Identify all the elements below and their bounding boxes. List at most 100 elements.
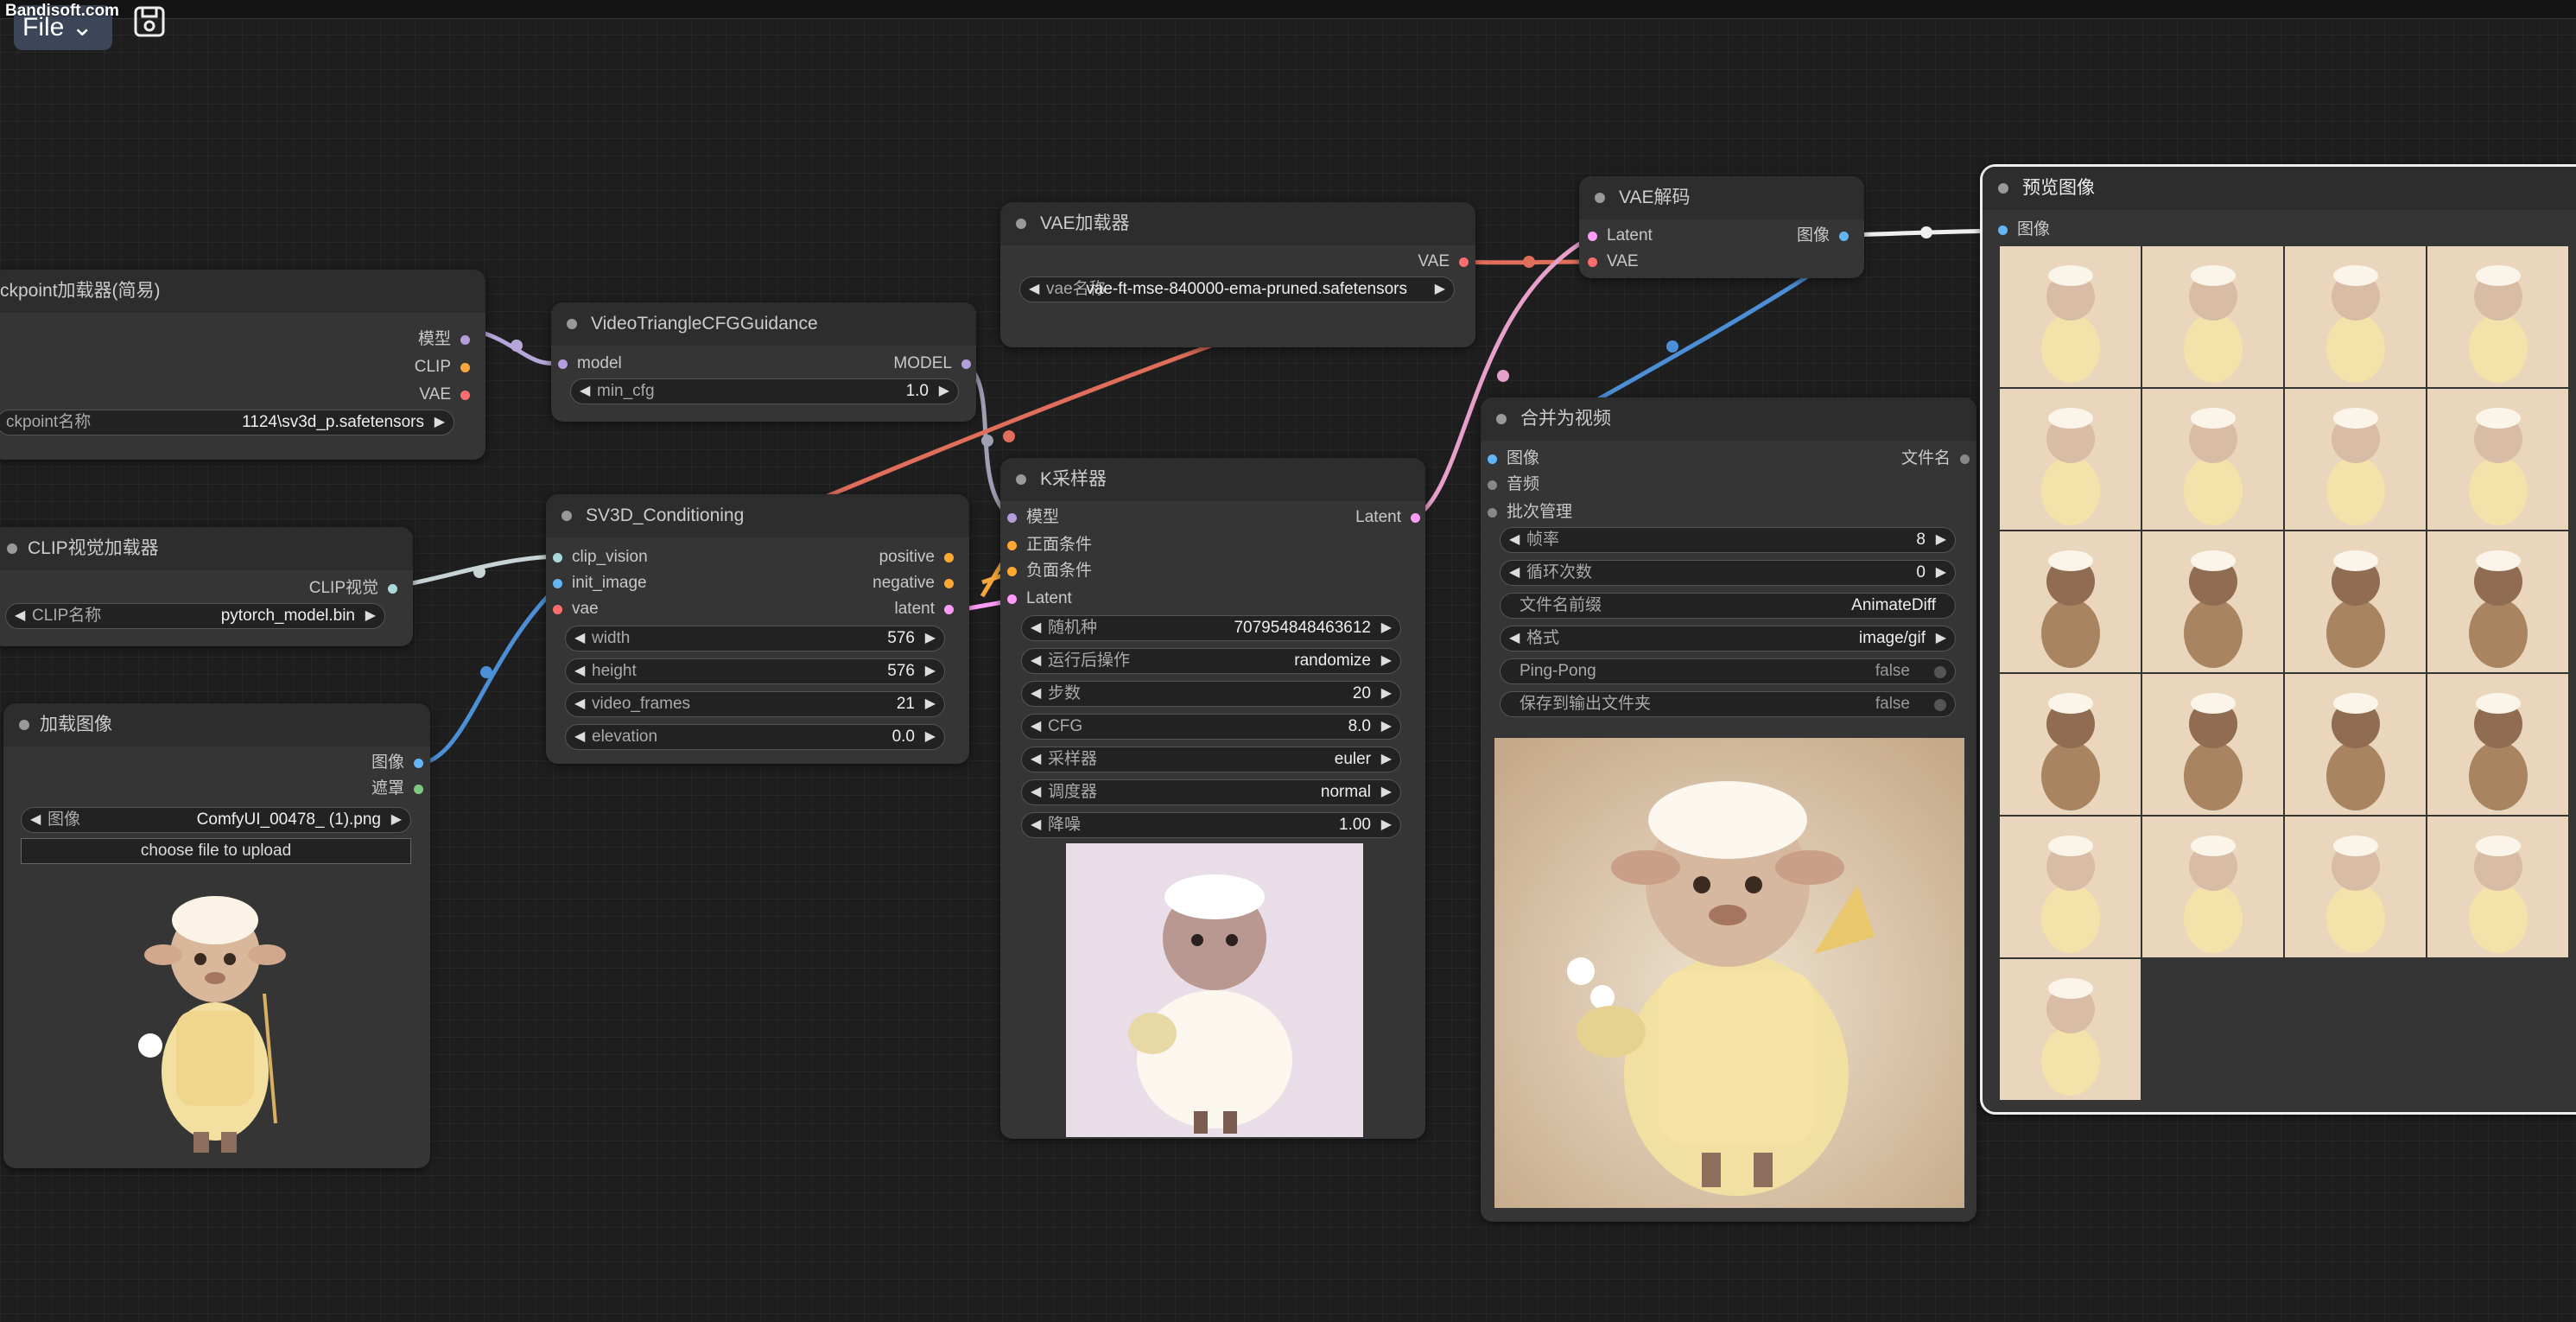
ckpt-name-combo[interactable]: ckpoint名称 1124\sv3d_p.safetensors ▶ — [0, 410, 454, 435]
format-widget[interactable]: ◀ 格式 image/gif ▶ — [1500, 626, 1956, 651]
output-clip-vision[interactable]: CLIP视觉 — [309, 577, 397, 600]
checkpoint-loader-node[interactable]: ckpoint加载器(简易) 模型 CLIP VAE ckpoint名称 1124… — [0, 270, 485, 460]
clip-vision-loader-node[interactable]: CLIP视觉加载器 CLIP视觉 ◀ CLIP名称 pytorch_model.bi… — [0, 527, 413, 646]
vae-decode-node[interactable]: VAE解码 Latent VAE 图像 — [1579, 176, 1864, 278]
steps-widget[interactable]: ◀ 步数 20 ▶ — [1021, 681, 1401, 707]
preview-frame[interactable] — [2000, 246, 2141, 387]
preview-frame[interactable] — [2142, 674, 2283, 815]
preview-frames-grid — [2000, 246, 2576, 1105]
input-audio[interactable]: 音频 — [1488, 474, 1539, 496]
width-widget[interactable]: ◀ width 576 ▶ — [565, 626, 945, 651]
preview-frame[interactable] — [2427, 674, 2568, 815]
checkpoint-title: ckpoint加载器(简易) — [0, 281, 161, 301]
output-positive[interactable]: positive — [879, 546, 954, 569]
input-model[interactable]: model — [558, 353, 622, 375]
vae-loader-node[interactable]: VAE加载器 VAE ◀ vae名称 vae-ft-mse-840000-ema-p… — [1000, 202, 1475, 347]
output-negative[interactable]: negative — [872, 572, 954, 594]
preview-frame[interactable] — [2427, 531, 2568, 672]
node-title[interactable]: K采样器 — [1000, 458, 1425, 501]
output-vae[interactable]: VAE — [419, 384, 470, 406]
input-batch-manager[interactable]: 批次管理 — [1488, 501, 1572, 524]
output-filenames[interactable]: 文件名 — [1901, 448, 1970, 470]
input-positive[interactable]: 正面条件 — [1007, 534, 1092, 556]
input-clip-vision[interactable]: clip_vision — [553, 546, 648, 569]
denoise-widget[interactable]: ◀ 降噪 1.00 ▶ — [1021, 812, 1401, 838]
sv3d-conditioning-node[interactable]: SV3D_Conditioning clip_vision init_image… — [546, 494, 969, 764]
preview-frame[interactable] — [2427, 246, 2568, 387]
preview-frame[interactable] — [2000, 817, 2141, 957]
preview-frame[interactable] — [2427, 389, 2568, 530]
node-title[interactable]: VideoTriangleCFGGuidance — [551, 302, 976, 346]
clip-name-combo[interactable]: ◀ CLIP名称 pytorch_model.bin ▶ — [5, 603, 385, 629]
preview-frame[interactable] — [2142, 246, 2283, 387]
node-title[interactable]: 预览图像 — [1983, 167, 2576, 210]
preview-frame[interactable] — [2285, 674, 2426, 815]
preview-frame[interactable] — [2142, 531, 2283, 672]
preview-frame[interactable] — [2000, 674, 2141, 815]
preview-frame[interactable] — [2427, 817, 2568, 957]
output-clip[interactable]: CLIP — [415, 356, 470, 378]
input-vae[interactable]: VAE — [1588, 251, 1639, 273]
input-images[interactable]: 图像 — [1488, 448, 1539, 470]
scheduler-widget[interactable]: ◀ 调度器 normal ▶ — [1021, 779, 1401, 805]
node-title[interactable]: VAE加载器 — [1000, 202, 1475, 245]
output-image[interactable]: 图像 — [1797, 225, 1849, 247]
preview-frame[interactable] — [2142, 389, 2283, 530]
input-vae[interactable]: vae — [553, 598, 599, 620]
input-negative[interactable]: 负面条件 — [1007, 560, 1092, 582]
input-images[interactable]: 图像 — [1998, 219, 2050, 241]
preview-frame[interactable] — [2285, 389, 2426, 530]
preview-frame[interactable] — [2000, 959, 2141, 1100]
cfg-widget[interactable]: ◀ CFG 8.0 ▶ — [1021, 714, 1401, 740]
height-widget[interactable]: ◀ height 576 ▶ — [565, 658, 945, 684]
upload-button[interactable]: choose file to upload — [21, 838, 411, 864]
input-init-image[interactable]: init_image — [553, 572, 647, 594]
vae-name-combo[interactable]: ◀ vae名称 vae-ft-mse-840000-ema-pruned.safet… — [1019, 276, 1455, 302]
input-latent[interactable]: Latent — [1588, 225, 1653, 247]
video-triangle-cfg-node[interactable]: VideoTriangleCFGGuidance model MODEL ◀ mi… — [551, 302, 976, 422]
node-title[interactable]: ckpoint加载器(简易) — [0, 270, 485, 313]
filename-prefix-widget[interactable]: 文件名前缀 AnimateDiff — [1500, 593, 1956, 619]
pingpong-toggle[interactable]: Ping-Pong false — [1500, 658, 1956, 684]
node-title[interactable]: CLIP视觉加载器 — [0, 527, 413, 570]
watermark: Bandisoft.com — [5, 2, 119, 20]
video-frames-widget[interactable]: ◀ video_frames 21 ▶ — [565, 691, 945, 717]
output-model[interactable]: 模型 — [418, 328, 470, 351]
output-latent[interactable]: latent — [895, 598, 954, 620]
top-bar — [0, 0, 2576, 19]
frame-rate-widget[interactable]: ◀ 帧率 8 ▶ — [1500, 527, 1956, 553]
output-vae[interactable]: VAE — [1418, 251, 1469, 273]
node-title[interactable]: 合并为视频 — [1481, 397, 1976, 441]
ksampler-node[interactable]: K采样器 模型 正面条件 负面条件 Latent Latent ◀ 随机种 7079… — [1000, 458, 1425, 1139]
loop-count-widget[interactable]: ◀ 循环次数 0 ▶ — [1500, 560, 1956, 586]
preview-frame[interactable] — [2285, 817, 2426, 957]
input-latent[interactable]: Latent — [1007, 588, 1072, 610]
min-cfg-slider[interactable]: ◀ min_cfg 1.0 ▶ — [570, 378, 959, 404]
preview-frame[interactable] — [2142, 817, 2283, 957]
preview-frame[interactable] — [2000, 531, 2141, 672]
output-model[interactable]: MODEL — [893, 353, 971, 375]
control-after-generate-widget[interactable]: ◀ 运行后操作 randomize ▶ — [1021, 648, 1401, 674]
load-image-node[interactable]: 加载图像 图像 遮罩 ◀ 图像 ComfyUI_00478_ (1).png ▶ ch… — [3, 703, 430, 1168]
node-title[interactable]: 加载图像 — [3, 703, 430, 747]
seed-widget[interactable]: ◀ 随机种 707954848463612 ▶ — [1021, 615, 1401, 641]
preview-frame[interactable] — [2000, 389, 2141, 530]
preview-frame[interactable] — [2285, 246, 2426, 387]
video-combine-node[interactable]: 合并为视频 图像 音频 批次管理 文件名 ◀ 帧率 8 ▶ ◀ 循环次数 0 ▶ 文件名前缀… — [1481, 397, 1976, 1222]
sampler-widget[interactable]: ◀ 采样器 euler ▶ — [1021, 747, 1401, 772]
preview-image-node[interactable]: 预览图像 图像 — [1980, 164, 2576, 1115]
input-image-preview — [138, 896, 286, 1153]
node-title[interactable]: VAE解码 — [1579, 176, 1864, 219]
preview-frame[interactable] — [2285, 531, 2426, 672]
node-title[interactable]: SV3D_Conditioning — [546, 494, 969, 537]
save-output-toggle[interactable]: 保存到输出文件夹 false — [1500, 691, 1956, 717]
video-preview-image — [1494, 738, 1964, 1208]
image-file-combo[interactable]: ◀ 图像 ComfyUI_00478_ (1).png ▶ — [21, 807, 411, 833]
latent-preview-image — [1066, 843, 1363, 1137]
elevation-widget[interactable]: ◀ elevation 0.0 ▶ — [565, 724, 945, 750]
output-mask[interactable]: 遮罩 — [371, 778, 423, 800]
output-latent[interactable]: Latent — [1355, 506, 1420, 529]
input-model[interactable]: 模型 — [1007, 506, 1059, 529]
output-image[interactable]: 图像 — [371, 752, 423, 774]
save-icon[interactable] — [133, 5, 166, 38]
